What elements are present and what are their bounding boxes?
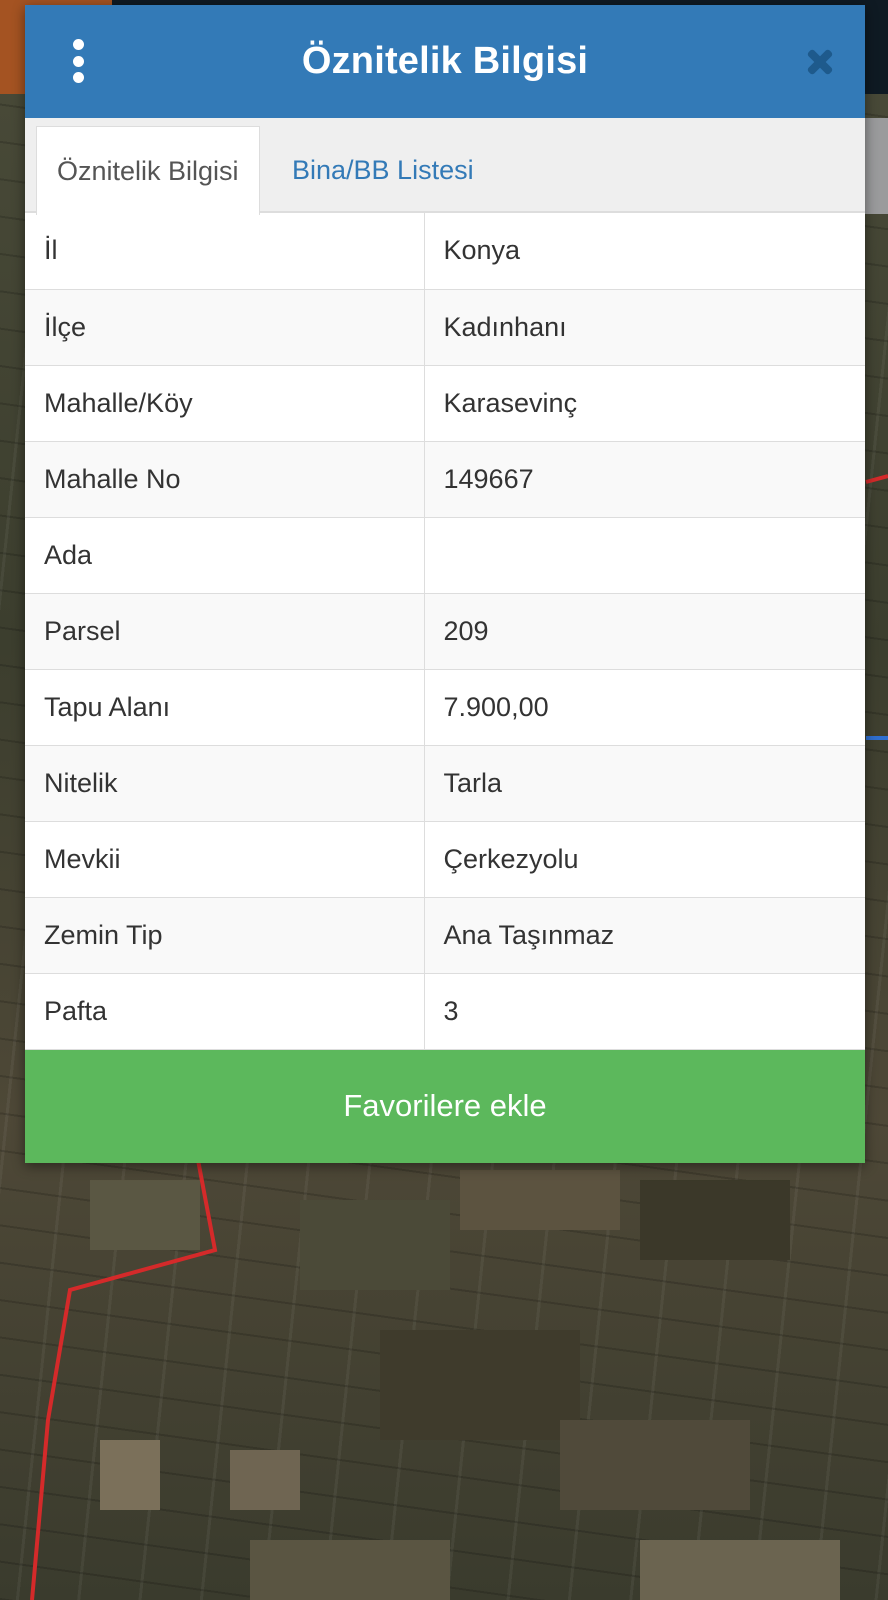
tab-building-list[interactable]: Bina/BB Listesi	[272, 126, 494, 215]
attribute-key: Nitelik	[25, 744, 425, 822]
table-row: Tapu Alanı 7.900,00	[25, 668, 865, 746]
table-row: İlçe Kadınhanı	[25, 288, 865, 366]
attribute-key: Mahalle No	[25, 440, 425, 518]
attribute-key: Pafta	[25, 972, 425, 1050]
tab-attribute-info[interactable]: Öznitelik Bilgisi	[36, 126, 260, 215]
table-row: Mahalle/Köy Karasevinç	[25, 364, 865, 442]
table-row: Mahalle No 149667	[25, 440, 865, 518]
attribute-key: İl	[25, 213, 425, 290]
table-row: Zemin Tip Ana Taşınmaz	[25, 896, 865, 974]
attribute-key: Mahalle/Köy	[25, 364, 425, 442]
table-row: Pafta 3	[25, 972, 865, 1050]
attribute-key: Tapu Alanı	[25, 668, 425, 746]
add-to-favorites-button[interactable]: Favorilere ekle	[25, 1049, 865, 1163]
attribute-value: 209	[423, 592, 865, 670]
attribute-value	[423, 516, 865, 594]
dialog-header: Öznitelik Bilgisi	[25, 5, 865, 118]
attribute-value: Karasevinç	[423, 364, 865, 442]
menu-dot	[72, 72, 84, 83]
attribute-value: Ana Taşınmaz	[423, 896, 865, 974]
attribute-table: İl Konya İlçe Kadınhanı Mahalle/Köy Kara…	[25, 213, 865, 1050]
table-row: Parsel 209	[25, 592, 865, 670]
attribute-value: 3	[423, 972, 865, 1050]
parcel-border-line	[30, 1159, 218, 1600]
attribute-key: Zemin Tip	[25, 896, 425, 974]
parcel-border-line	[865, 474, 888, 484]
attribute-value: 7.900,00	[423, 668, 865, 746]
table-row: İl Konya	[25, 213, 865, 290]
tab-strip: Öznitelik Bilgisi Bina/BB Listesi	[25, 118, 865, 215]
attribute-key: Mevkii	[25, 820, 425, 898]
table-row: Nitelik Tarla	[25, 744, 865, 822]
attribute-value: Tarla	[423, 744, 865, 822]
close-icon[interactable]	[803, 45, 837, 79]
more-vertical-icon[interactable]	[63, 39, 93, 83]
attribute-value: Çerkezyolu	[423, 820, 865, 898]
attribute-value: 149667	[423, 440, 865, 518]
attribute-key: Parsel	[25, 592, 425, 670]
attribute-key: Ada	[25, 516, 425, 594]
menu-dot	[72, 39, 84, 50]
attribute-dialog: Öznitelik Bilgisi Öznitelik Bilgisi Bina…	[25, 5, 865, 1163]
attribute-value: Konya	[423, 213, 865, 290]
attribute-value: Kadınhanı	[423, 288, 865, 366]
attribute-key: İlçe	[25, 288, 425, 366]
table-row: Mevkii Çerkezyolu	[25, 820, 865, 898]
dialog-title: Öznitelik Bilgisi	[301, 40, 589, 82]
table-row: Ada	[25, 516, 865, 594]
menu-dot	[72, 55, 84, 67]
